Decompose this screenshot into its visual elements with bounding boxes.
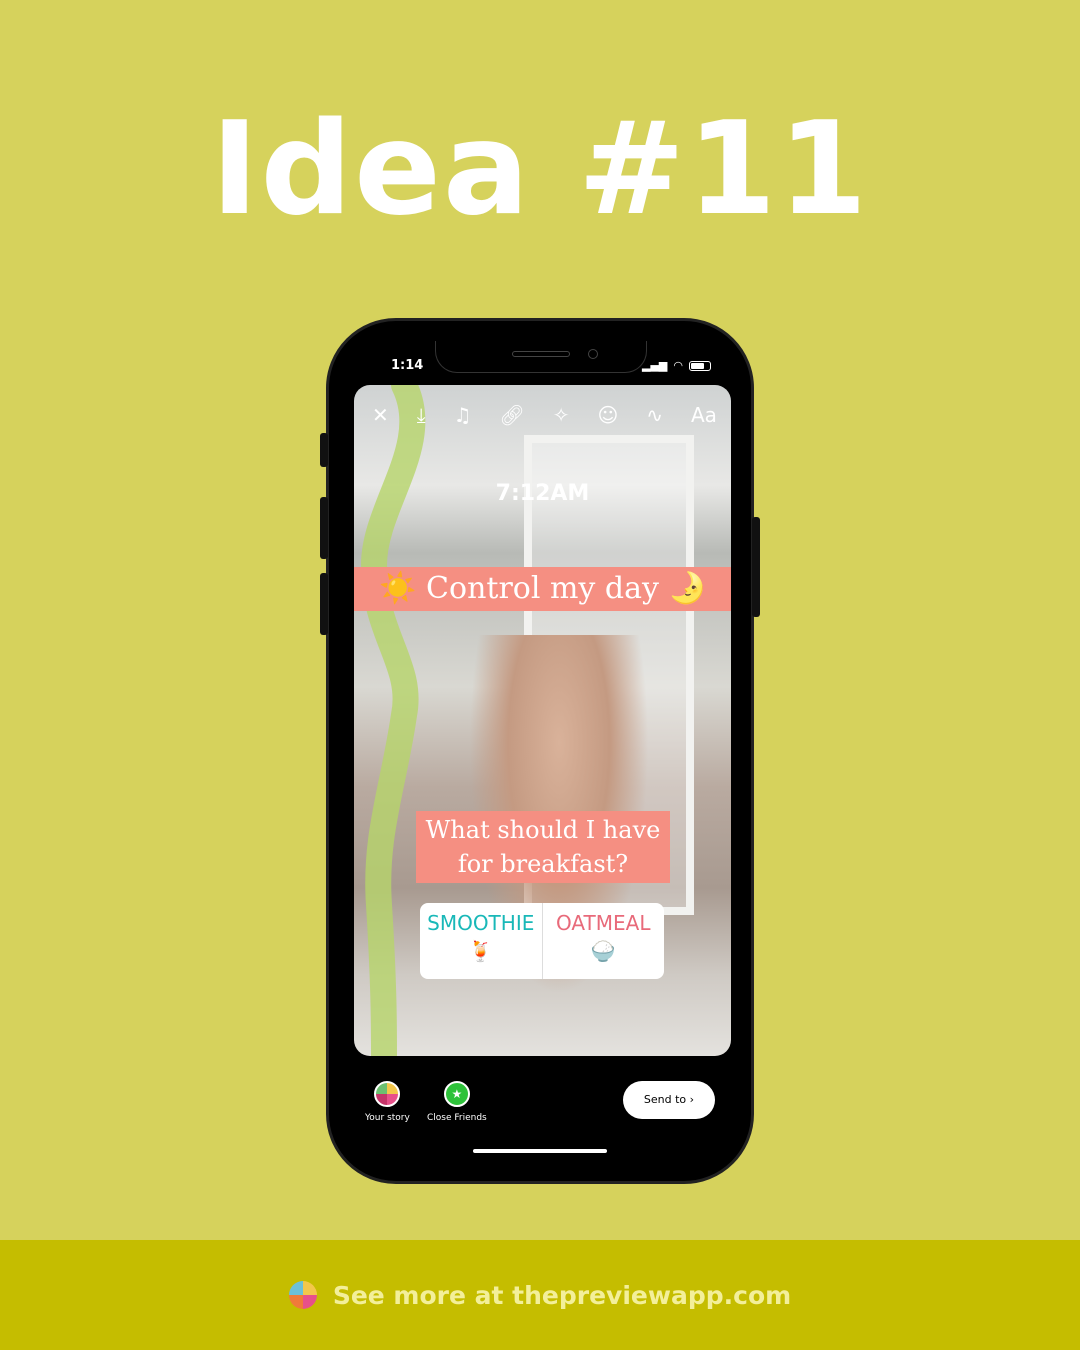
status-icons: ▂▄▆ ◠ [642, 359, 711, 372]
download-icon[interactable]: ⤓ [417, 403, 426, 427]
phone-mockup: 1:14 ▂▄▆ ◠ ✕ ⤓ ♫ 🔗︎ ✧ ☺ ∿ Aa 7:12AM ☀️ C… [320, 318, 760, 1184]
wifi-icon: ◠ [673, 359, 683, 372]
star-icon: ★ [443, 1081, 470, 1107]
sticker-icon[interactable]: ☺ [597, 403, 618, 427]
notch [435, 341, 647, 373]
poll-question[interactable]: What should I have for breakfast? [416, 811, 670, 883]
close-friends-button[interactable]: ★ Close Friends [427, 1081, 487, 1123]
banner-label: Control my day [426, 571, 659, 606]
page-title: Idea #11 [210, 95, 870, 244]
home-indicator[interactable] [473, 1149, 607, 1153]
poll-option-oatmeal[interactable]: OATMEAL 🍚 [541, 903, 665, 979]
story-photo[interactable]: ✕ ⤓ ♫ 🔗︎ ✧ ☺ ∿ Aa 7:12AM ☀️ Control my d… [354, 385, 731, 1056]
drink-emoji: 🍹 [468, 939, 494, 963]
close-friends-label: Close Friends [427, 1113, 487, 1123]
battery-icon [689, 360, 711, 371]
option-label: OATMEAL [556, 911, 651, 935]
story-toolbar: ✕ ⤓ ♫ 🔗︎ ✧ ☺ ∿ Aa [372, 403, 717, 427]
text-icon[interactable]: Aa [691, 403, 717, 427]
poll-sticker[interactable]: SMOOTHIE 🍹 OATMEAL 🍚 [420, 903, 664, 979]
effects-icon[interactable]: ✧ [553, 403, 570, 427]
footer-link[interactable]: See more at thepreviewapp.com [333, 1281, 791, 1310]
close-icon[interactable]: ✕ [372, 403, 389, 427]
power-button [752, 517, 760, 617]
rice-emoji: 🍚 [590, 939, 616, 963]
option-label: SMOOTHIE [427, 911, 535, 935]
send-to-label: Send to [643, 1093, 687, 1106]
mute-switch [320, 433, 328, 467]
volume-down-button [320, 573, 328, 635]
phone-screen: 1:14 ▂▄▆ ◠ ✕ ⤓ ♫ 🔗︎ ✧ ☺ ∿ Aa 7:12AM ☀️ C… [351, 341, 731, 1163]
volume-up-button [320, 497, 328, 559]
footer: See more at thepreviewapp.com [0, 1240, 1080, 1350]
draw-icon[interactable]: ∿ [646, 403, 663, 427]
send-to-button[interactable]: Send to › [623, 1081, 715, 1119]
your-story-button[interactable]: Your story [365, 1081, 410, 1123]
signal-icon: ▂▄▆ [642, 359, 668, 372]
your-story-avatar [374, 1081, 401, 1107]
status-time: 1:14 [391, 358, 424, 373]
preview-app-logo [288, 1281, 317, 1309]
your-story-label: Your story [365, 1113, 410, 1123]
time-sticker[interactable]: 7:12AM [354, 481, 731, 506]
poll-option-smoothie[interactable]: SMOOTHIE 🍹 [420, 903, 542, 979]
chevron-right-icon: › [689, 1093, 695, 1106]
banner-text[interactable]: ☀️ Control my day 🌛 [354, 567, 731, 611]
moon-emoji: 🌛 [668, 571, 706, 606]
sun-emoji: ☀️ [379, 571, 417, 606]
music-icon[interactable]: ♫ [454, 403, 472, 427]
link-icon[interactable]: 🔗︎ [499, 403, 524, 427]
